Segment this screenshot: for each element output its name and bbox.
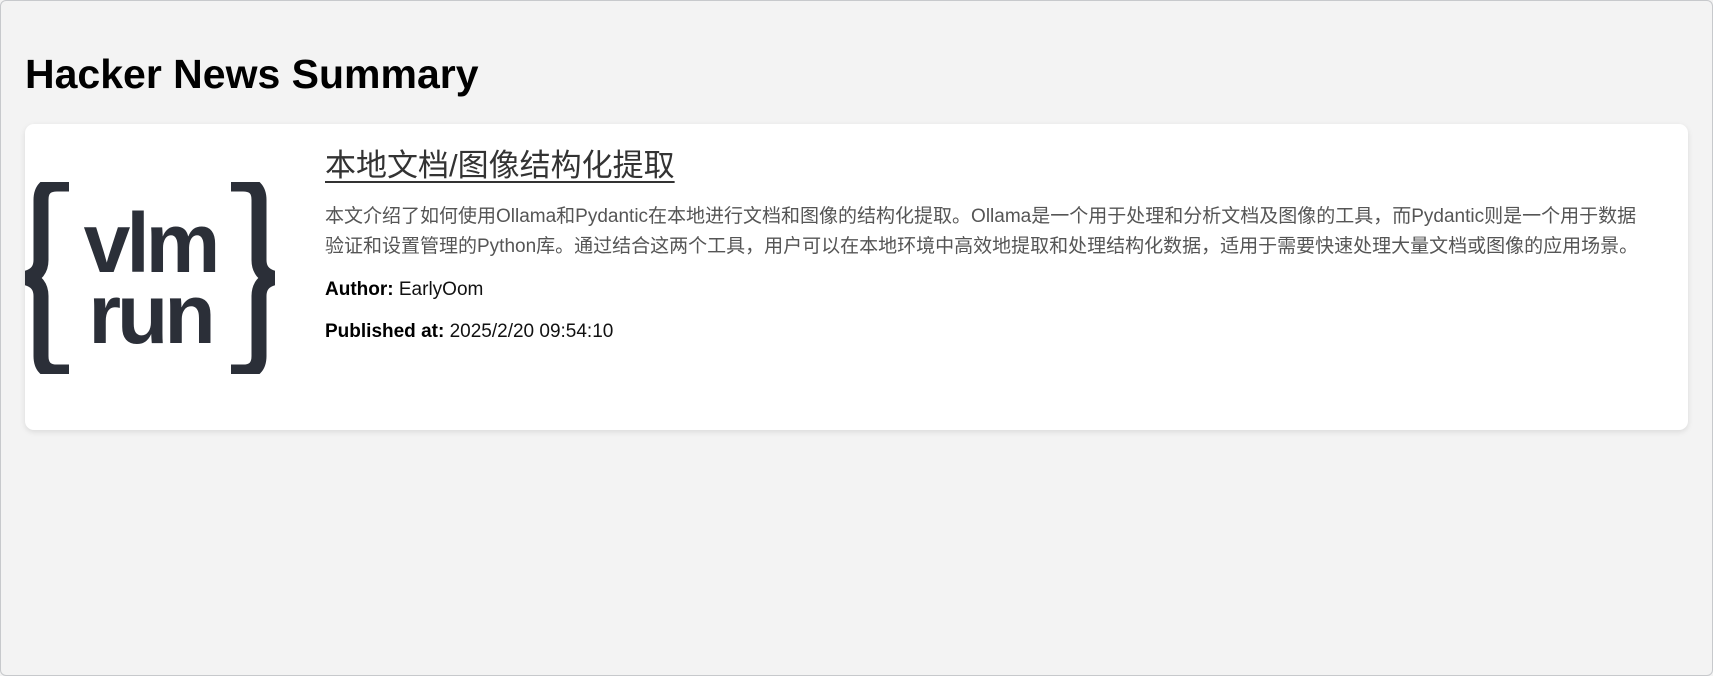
- vlm-run-logo: vlm run: [25, 182, 275, 374]
- author-line: Author: EarlyOom: [325, 276, 1655, 304]
- page-title: Hacker News Summary: [25, 51, 479, 97]
- logo-text-line2: run: [88, 267, 211, 361]
- author-value: EarlyOom: [398, 279, 484, 300]
- article-card: vlm run 本地文档/图像结构化提取 本文介绍了如何使用Ollama和Pyd…: [25, 124, 1688, 430]
- article-title-link[interactable]: 本地文档/图像结构化提取: [325, 146, 1655, 186]
- published-label: Published at:: [325, 321, 445, 342]
- article-summary: 本文介绍了如何使用Ollama和Pydantic在本地进行文档和图像的结构化提取…: [325, 206, 1639, 257]
- published-line: Published at: 2025/2/20 09:54:10: [325, 318, 1655, 346]
- logo-left-brace: [25, 182, 69, 374]
- published-value: 2025/2/20 09:54:10: [449, 321, 614, 342]
- article-content: 本地文档/图像结构化提取 本文介绍了如何使用Ollama和Pydantic在本地…: [325, 146, 1655, 346]
- author-label: Author:: [325, 279, 394, 300]
- logo-right-brace: [231, 182, 275, 374]
